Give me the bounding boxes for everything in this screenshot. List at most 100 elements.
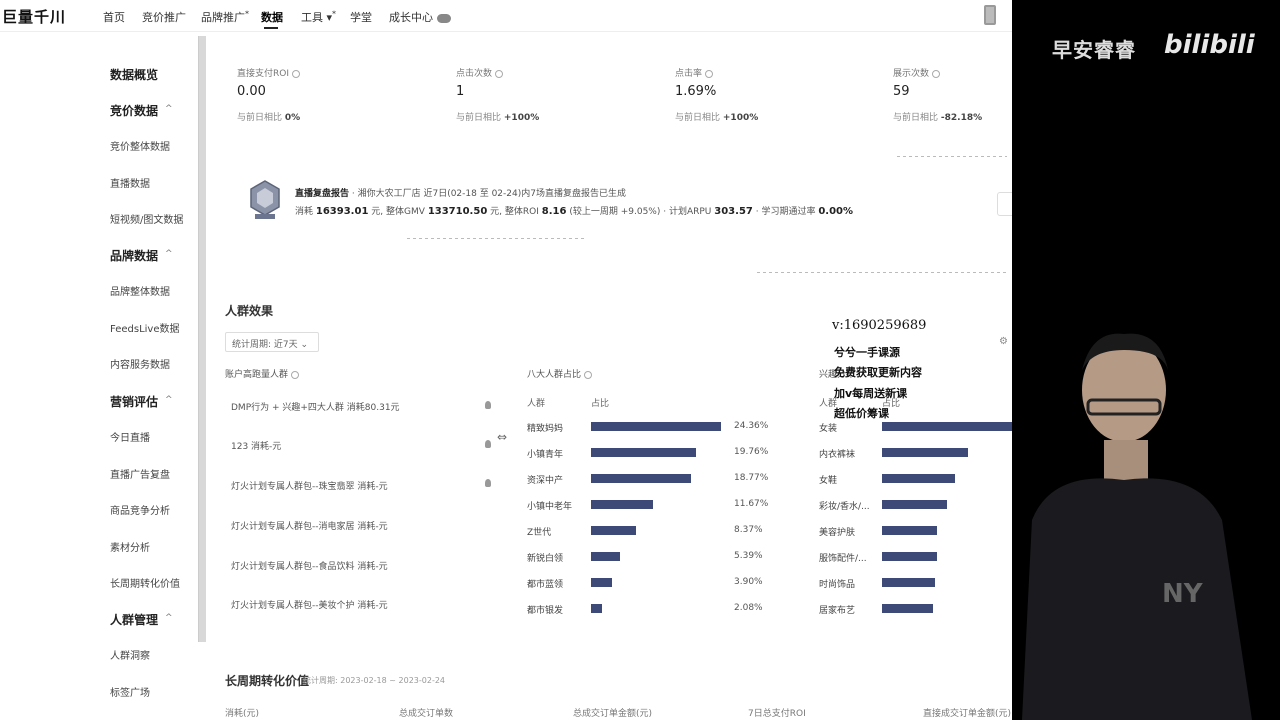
period-select[interactable]: 统计周期: 近7天 ⌄ <box>225 332 319 352</box>
interest-bar[interactable] <box>882 422 1012 431</box>
sidebar-item-bidding-overall[interactable]: 竞价整体数据 <box>110 138 170 153</box>
gear-icon[interactable]: ⚙ <box>999 336 1008 347</box>
promo-contact: v:1690259689 <box>832 318 927 333</box>
interest-label: 女装 <box>819 424 838 434</box>
sidebar-item-competition[interactable]: 商品竞争分析 <box>110 502 170 517</box>
report-badge-icon <box>250 180 280 219</box>
ltv-section-title: 长周期转化价值 <box>225 674 310 688</box>
sidebar-item-crowd-insight[interactable]: 人群洞察 <box>110 647 150 662</box>
chevron-up-icon[interactable]: ^ <box>165 249 173 259</box>
info-icon[interactable] <box>292 69 300 78</box>
crowd-bar[interactable] <box>591 448 696 457</box>
info-icon[interactable] <box>932 69 941 78</box>
sidebar-item-overview[interactable]: 数据概览 <box>110 66 158 83</box>
chevron-up-icon[interactable]: ^ <box>165 395 173 405</box>
crowd-label: 精致妈妈 <box>527 424 564 434</box>
crowd-pct: 24.36% <box>734 421 769 431</box>
interest-bar[interactable] <box>882 604 933 613</box>
crowd-bar[interactable] <box>591 526 636 535</box>
report-stats: 消耗 16393.01 元, 整体GMV 133710.50 元, 整体ROI … <box>295 206 854 217</box>
segment-row[interactable]: 灯火计划专属人群包--食品饮料 消耗-元 <box>231 559 388 572</box>
sidebar-item-live[interactable]: 直播数据 <box>110 175 150 190</box>
logo[interactable]: 巨量千川 <box>2 6 66 27</box>
nav-data[interactable]: 数据 <box>261 9 283 25</box>
nav-bidding[interactable]: 竞价推广 <box>142 9 186 25</box>
report-spend-label: 消耗 <box>295 207 314 217</box>
sidebar-group-bidding[interactable]: 竞价数据 <box>110 102 158 119</box>
metric-label-clicks-text: 点击次数 <box>456 69 493 79</box>
interest-bar[interactable] <box>882 448 968 457</box>
info-icon[interactable] <box>584 370 593 379</box>
crowd-bar[interactable] <box>591 578 612 587</box>
crowd-pin-icon[interactable] <box>485 440 491 448</box>
segment-row[interactable]: 灯火计划专属人群包--珠宝翡翠 消耗-元 <box>231 479 388 492</box>
chevron-up-icon[interactable]: ^ <box>165 613 173 623</box>
crowd-bar[interactable] <box>591 604 602 613</box>
crowd-bar[interactable] <box>591 552 620 561</box>
ltv-col-direct-amount: 直接成交订单金额(元) <box>923 709 1012 719</box>
report-spend: 16393.01 <box>315 206 369 217</box>
sidebar-item-short-video[interactable]: 短视频/图文数据 <box>110 211 183 226</box>
sidebar-group-brand[interactable]: 品牌数据 <box>110 247 158 264</box>
crowd-bar[interactable] <box>591 422 721 431</box>
report-title: 直播复盘报告 <box>295 189 350 199</box>
crowd-bar[interactable] <box>591 474 691 483</box>
segment-row[interactable]: DMP行为 + 兴趣+四大人群 消耗80.31元 <box>231 400 400 413</box>
nav-brand-sup: * <box>245 9 249 19</box>
sidebar-item-live-review[interactable]: 直播广告复盘 <box>110 466 170 481</box>
interest-bar[interactable] <box>882 474 955 483</box>
metric-compare-impressions: 与前日相比 -82.18% <box>893 110 982 123</box>
divider <box>407 238 587 239</box>
nav-growth[interactable]: 成长中心 <box>389 9 451 25</box>
promo-line: 加v每周送新课 <box>834 387 908 400</box>
interest-bar[interactable] <box>882 526 937 535</box>
report-gmv-unit: 元 <box>490 207 500 217</box>
sidebar-group-crowd[interactable]: 人群管理 <box>110 611 158 628</box>
info-icon[interactable] <box>495 69 504 78</box>
live-report-card[interactable]: 直播复盘报告 · 湘你大农工厂店 近7日(02-18 至 02-24)内7场直播… <box>247 180 853 220</box>
report-header: 直播复盘报告 · 湘你大农工厂店 近7日(02-18 至 02-24)内7场直播… <box>295 186 626 199</box>
nav-home[interactable]: 首页 <box>103 9 125 25</box>
phone-icon[interactable] <box>984 5 996 25</box>
report-view-button[interactable] <box>997 192 1012 216</box>
interest-bar[interactable] <box>882 578 935 587</box>
sidebar-item-today-live[interactable]: 今日直播 <box>110 429 150 444</box>
info-icon[interactable] <box>291 370 300 379</box>
sidebar-group-marketing[interactable]: 营销评估 <box>110 393 158 410</box>
sidebar-item-tag-square[interactable]: 标签广场 <box>110 684 150 699</box>
segment-row[interactable]: 123 消耗-元 <box>231 439 281 452</box>
sidebar-item-feedslive[interactable]: FeedsLive数据 <box>110 320 180 335</box>
crowd-label: 都市银发 <box>527 606 564 616</box>
interest-bar[interactable] <box>882 500 947 509</box>
info-icon[interactable] <box>705 69 714 78</box>
crowd-bar[interactable] <box>591 500 653 509</box>
segment-row[interactable]: 灯火计划专属人群包--美妆个护 消耗-元 <box>231 598 388 611</box>
ltv-date-range: 统计周期: 2023-02-18 ~ 2023-02-24 <box>303 676 446 685</box>
app-screen: 巨量千川 首页 竞价推广 品牌推广* 数据 工具 ▾* 学堂 成长中心 数据概览… <box>0 0 1012 720</box>
ltv-col-spend: 消耗(元) <box>225 709 260 719</box>
sidebar-scrollbar[interactable] <box>198 36 206 642</box>
swap-icon[interactable]: ⇔ <box>497 430 507 444</box>
segment-row[interactable]: 灯火计划专属人群包--消电家居 消耗-元 <box>231 519 388 532</box>
crowd-pct: 19.76% <box>734 447 769 457</box>
sidebar-item-material[interactable]: 素材分析 <box>110 539 150 554</box>
sidebar-item-content-service[interactable]: 内容服务数据 <box>110 356 170 371</box>
nav-tools[interactable]: 工具 ▾* <box>301 9 336 25</box>
compare-label: 与前日相比 <box>237 113 283 123</box>
crowd-pin-icon[interactable] <box>485 479 491 487</box>
metric-label-impressions-text: 展示次数 <box>893 69 930 79</box>
interest-label: 时尚饰品 <box>819 580 856 590</box>
sidebar-item-ltv[interactable]: 长周期转化价值 <box>110 575 180 590</box>
interest-label: 内衣裤袜 <box>819 450 856 460</box>
sidebar-item-brand-overall[interactable]: 品牌整体数据 <box>110 283 170 298</box>
bilibili-logo: bilibili <box>1164 30 1255 60</box>
interest-bar[interactable] <box>882 552 937 561</box>
streamer-watermark: 早安睿睿 <box>1052 38 1136 62</box>
crowd-pin-icon[interactable] <box>485 401 491 409</box>
nav-brand[interactable]: 品牌推广* <box>201 9 249 25</box>
metric-compare-clicks: 与前日相比 +100% <box>456 110 539 123</box>
nav-academy[interactable]: 学堂 <box>350 9 372 25</box>
nav-tools-sup: * <box>332 9 337 19</box>
metric-label-ctr: 点击率 <box>675 66 714 79</box>
chevron-up-icon[interactable]: ^ <box>165 104 173 114</box>
